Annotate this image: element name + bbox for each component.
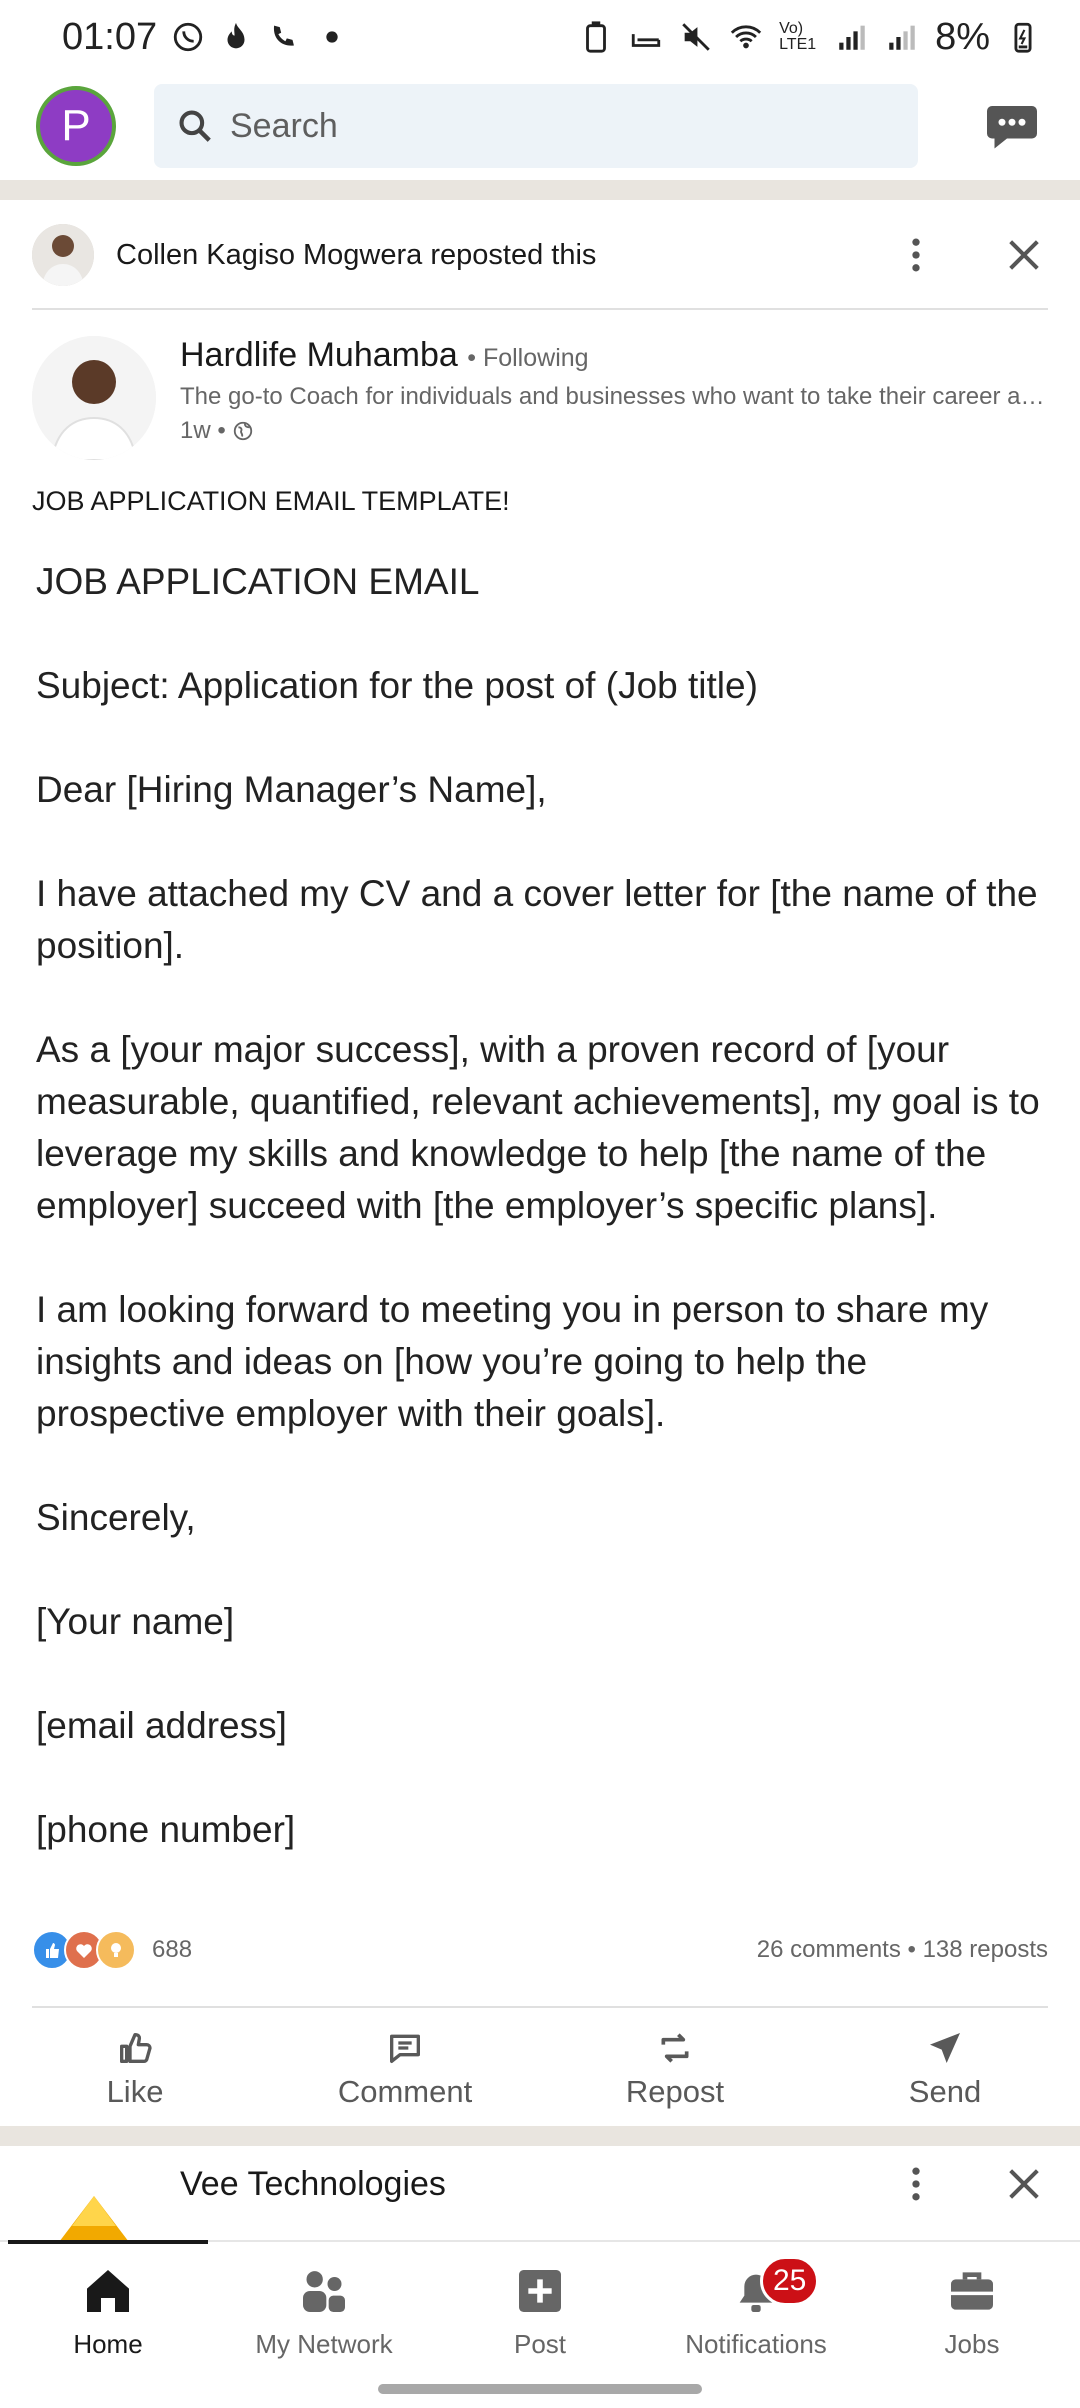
messaging-icon[interactable] (980, 94, 1044, 158)
follow-status: • Following (467, 344, 589, 372)
company-name[interactable]: Vee Technologies (180, 2165, 446, 2204)
post-paragraph: [phone number] (36, 1809, 296, 1850)
repost-label: Repost (625, 2074, 725, 2109)
bottom-navigation: Home My Network Post Notifications 25 Jo… (0, 2240, 1080, 2380)
search-bar[interactable]: Search (154, 84, 918, 168)
signal-icon (835, 20, 869, 54)
send-button[interactable]: Send (810, 2014, 1080, 2124)
nav-my-network[interactable]: My Network (216, 2242, 432, 2380)
social-counts: 688 26 comments • 138 reposts (32, 1922, 1048, 1978)
status-bar: 01:07 Vo) LTE1 8% (0, 0, 1080, 74)
post-paragraph: [Your name] (36, 1601, 235, 1642)
post-caption: JOB APPLICATION EMAIL TEMPLATE! (32, 486, 510, 516)
post-paragraph: I have attached my CV and a cover letter… (36, 873, 1038, 966)
battery-percent: 8% (935, 15, 990, 58)
actions-divider (32, 2006, 1048, 2008)
repost-button[interactable]: Repost (540, 2014, 810, 2124)
briefcase-icon (951, 2271, 993, 2310)
next-post-header: Vee Technologies (0, 2146, 1080, 2246)
header-divider (32, 308, 1048, 310)
post-paragraph: [email address] (36, 1705, 287, 1746)
call-forward-icon (267, 20, 301, 54)
sleep-mode-icon (629, 20, 663, 54)
comment-icon (390, 2034, 420, 2063)
nav-active-indicator (8, 2240, 208, 2244)
reposter-avatar[interactable] (32, 224, 94, 286)
comment-label: Comment (337, 2074, 473, 2109)
comments-reposts-count[interactable]: 26 comments • 138 reposts (757, 1936, 1048, 1964)
search-placeholder: Search (230, 106, 338, 145)
notifications-badge: 25 (760, 2256, 820, 2306)
more-options-icon[interactable] (892, 2160, 940, 2208)
comment-button[interactable]: Comment (270, 2014, 540, 2124)
wifi-icon (729, 20, 763, 54)
my-network-icon (303, 2270, 345, 2312)
send-label: Send (908, 2074, 982, 2109)
feed-divider (0, 2126, 1080, 2146)
nav-home[interactable]: Home (0, 2242, 216, 2380)
repost-header: Collen Kagiso Mogwera reposted this (0, 200, 1080, 310)
close-icon[interactable] (1000, 231, 1048, 279)
system-home-indicator[interactable] (378, 2384, 702, 2394)
like-button[interactable]: Like (0, 2014, 270, 2124)
profile-avatar[interactable]: P (36, 86, 116, 166)
battery-saver-icon (579, 20, 613, 54)
author-headline: The go-to Coach for individuals and busi… (180, 383, 1050, 410)
nav-post[interactable]: Post (432, 2242, 648, 2380)
company-logo[interactable] (32, 2146, 156, 2246)
mute-icon (679, 20, 713, 54)
dot-icon (315, 20, 349, 54)
post-paragraph: Dear [Hiring Manager’s Name], (36, 769, 547, 810)
whatsapp-icon (171, 20, 205, 54)
reaction-count[interactable]: 688 (152, 1936, 192, 1964)
globe-icon (233, 421, 252, 441)
post-actions: Like Comment Repost Send (0, 2014, 1080, 2124)
post-image-text[interactable]: JOB APPLICATION EMAIL Subject: Applicati… (36, 556, 1052, 1908)
reposter-name[interactable]: Collen Kagiso Mogwera (116, 239, 422, 271)
battery-icon (1006, 20, 1040, 54)
status-time: 01:07 (62, 15, 158, 58)
insightful-reaction-icon (96, 1930, 136, 1970)
home-icon (87, 2269, 129, 2312)
author-name[interactable]: Hardlife Muhamba (180, 336, 458, 374)
nav-home-label: Home (73, 2328, 143, 2359)
top-bar: P Search (0, 74, 1080, 178)
nav-jobs[interactable]: Jobs (864, 2242, 1080, 2380)
like-label: Like (106, 2074, 164, 2109)
post-paragraph: JOB APPLICATION EMAIL (36, 561, 480, 602)
post-icon (519, 2269, 561, 2312)
author-avatar[interactable] (32, 336, 156, 460)
like-icon (120, 2033, 152, 2064)
post-paragraph: I am looking forward to meeting you in p… (36, 1289, 989, 1434)
search-icon (179, 110, 211, 142)
nav-jobs-label: Jobs (944, 2328, 1000, 2359)
post-author: Hardlife Muhamba • Following The go-to C… (32, 336, 1052, 460)
feed-divider (0, 180, 1080, 200)
post-paragraph: As a [your major success], with a proven… (36, 1029, 1040, 1226)
more-options-icon[interactable] (892, 231, 940, 279)
nav-notifications[interactable]: Notifications 25 (648, 2242, 864, 2380)
send-icon (930, 2033, 960, 2063)
signal-icon-2 (885, 20, 919, 54)
nav-notifications-label: Notifications (685, 2328, 827, 2359)
reaction-icons[interactable] (32, 1930, 136, 1970)
post-paragraph: Sincerely, (36, 1497, 196, 1538)
repost-icon (661, 2033, 689, 2063)
nav-my-network-label: My Network (255, 2328, 393, 2359)
repost-label: Collen Kagiso Mogwera reposted this (116, 239, 596, 272)
nav-post-label: Post (513, 2328, 567, 2359)
post-paragraph: Subject: Application for the post of (Jo… (36, 665, 758, 706)
tinder-flame-icon (219, 20, 253, 54)
close-icon[interactable] (1000, 2160, 1048, 2208)
repost-suffix: reposted this (430, 238, 597, 271)
post-time: 1w • (180, 417, 226, 444)
network-type: Vo) LTE1 (779, 20, 817, 53)
